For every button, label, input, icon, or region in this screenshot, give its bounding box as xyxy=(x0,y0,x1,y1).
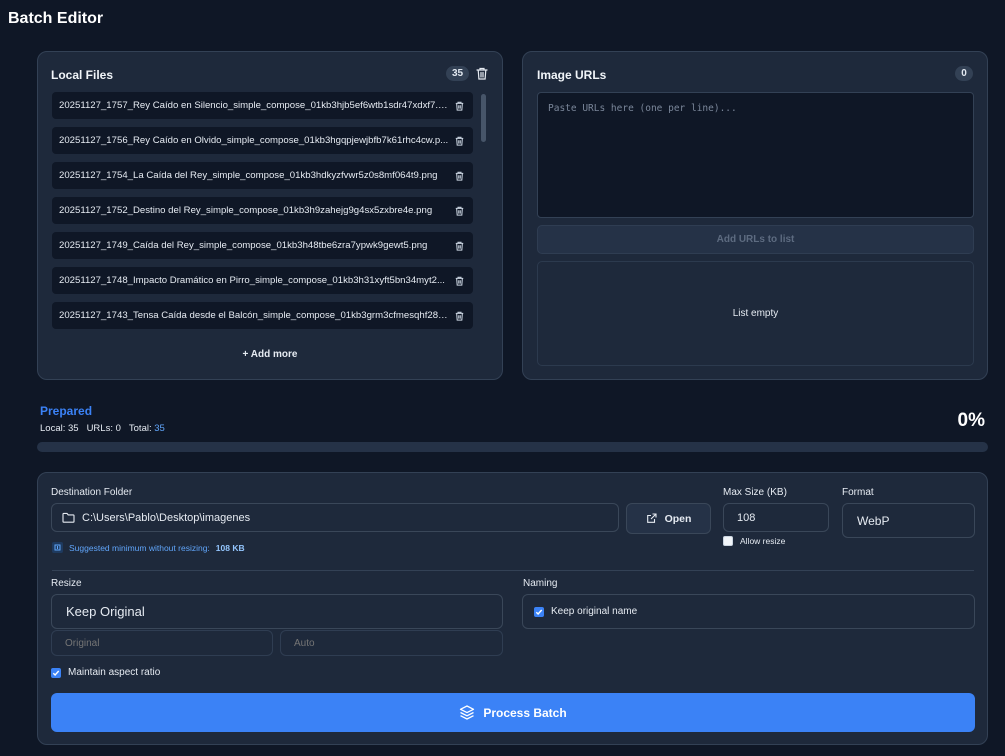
hint-value: 108 KB xyxy=(215,542,245,553)
progress-percent: 0% xyxy=(957,410,985,431)
list-empty-text: List empty xyxy=(732,308,779,319)
open-folder-button[interactable]: Open xyxy=(626,503,711,534)
allow-resize-label: Allow resize xyxy=(740,536,786,546)
settings-divider xyxy=(52,570,974,571)
trash-icon xyxy=(455,311,464,321)
remove-file-button[interactable] xyxy=(454,170,465,181)
image-urls-title: Image URLs xyxy=(537,68,607,82)
destination-label: Destination Folder xyxy=(51,487,133,498)
file-name: 20251127_1749_Caída del Rey_simple_compo… xyxy=(59,240,428,251)
hint-text: Suggested minimum without resizing: xyxy=(69,542,210,553)
size-hint: Suggested minimum without resizing: 108 … xyxy=(52,542,245,553)
open-button-label: Open xyxy=(664,512,692,525)
file-list-scrollbar[interactable] xyxy=(480,92,487,336)
total-value: 35 xyxy=(154,423,165,434)
resize-select[interactable]: Keep Original xyxy=(51,594,503,629)
local-count: Local: 35 xyxy=(40,423,79,434)
add-urls-button[interactable]: Add URLs to list xyxy=(537,225,974,254)
format-select[interactable]: WebP xyxy=(842,503,975,538)
file-item[interactable]: 20251127_1754_La Caída del Rey_simple_co… xyxy=(52,162,473,189)
file-name: 20251127_1757_Rey Caído en Silencio_simp… xyxy=(59,100,449,111)
clear-local-files-button[interactable] xyxy=(475,66,489,80)
batch-stats: Local: 35 URLs: 0 Total: 35 xyxy=(40,423,165,434)
maintain-aspect-option[interactable]: Maintain aspect ratio xyxy=(51,667,160,678)
trash-icon xyxy=(455,171,464,181)
process-batch-label: Process Batch xyxy=(483,705,567,720)
naming-label: Naming xyxy=(523,578,558,589)
naming-option[interactable]: Keep original name xyxy=(522,594,975,629)
trash-icon xyxy=(455,206,464,216)
file-item[interactable]: 20251127_1748_Impacto Dramático en Pirro… xyxy=(52,267,473,294)
max-size-value: 108 xyxy=(737,511,756,524)
url-list: List empty xyxy=(537,261,974,366)
resize-label: Resize xyxy=(51,578,82,589)
format-value: WebP xyxy=(857,513,890,528)
allow-resize-option[interactable]: Allow resize xyxy=(723,536,785,546)
total-count: Total: 35 xyxy=(129,423,165,434)
file-name: 20251127_1748_Impacto Dramático en Pirro… xyxy=(59,275,445,286)
remove-file-button[interactable] xyxy=(454,310,465,321)
maintain-aspect-label: Maintain aspect ratio xyxy=(68,667,161,678)
file-item[interactable]: 20251127_1757_Rey Caído en Silencio_simp… xyxy=(52,92,473,119)
remove-file-button[interactable] xyxy=(454,135,465,146)
urls-textarea[interactable] xyxy=(537,92,974,218)
trash-icon xyxy=(455,101,464,111)
image-urls-count-badge: 0 xyxy=(955,66,973,81)
trash-icon xyxy=(455,136,464,146)
batch-status: Prepared xyxy=(40,404,93,418)
progress-bar xyxy=(37,442,988,452)
trash-icon xyxy=(455,276,464,286)
width-input[interactable] xyxy=(51,630,273,656)
file-item[interactable]: 20251127_1752_Destino del Rey_simple_com… xyxy=(52,197,473,224)
keep-name-label: Keep original name xyxy=(551,606,638,617)
remove-file-button[interactable] xyxy=(454,100,465,111)
destination-path: C:\Users\Pablo\Desktop\imagenes xyxy=(82,511,251,524)
total-label: Total: xyxy=(128,423,152,434)
external-link-icon xyxy=(646,513,657,523)
file-item[interactable]: 20251127_1743_Tensa Caída desde el Balcó… xyxy=(52,302,473,329)
keep-name-checkbox[interactable] xyxy=(534,606,544,617)
remove-file-button[interactable] xyxy=(454,205,465,216)
local-files-title: Local Files xyxy=(51,68,114,82)
format-label: Format xyxy=(842,487,874,498)
add-more-button[interactable]: + Add more xyxy=(37,349,503,360)
remove-file-button[interactable] xyxy=(454,275,465,286)
urls-count: URLs: 0 xyxy=(86,423,121,434)
folder-icon xyxy=(62,512,75,523)
scrollbar-thumb[interactable] xyxy=(481,94,486,142)
process-batch-button[interactable]: Process Batch xyxy=(51,693,975,732)
maintain-aspect-checkbox[interactable] xyxy=(51,667,61,678)
file-name: 20251127_1754_La Caída del Rey_simple_co… xyxy=(59,170,438,181)
trash-icon xyxy=(476,67,488,80)
remove-file-button[interactable] xyxy=(454,240,465,251)
app-title: Batch Editor xyxy=(8,10,104,27)
info-icon xyxy=(52,542,63,553)
file-name: 20251127_1752_Destino del Rey_simple_com… xyxy=(59,205,433,216)
file-name: 20251127_1743_Tensa Caída desde el Balcó… xyxy=(59,310,449,321)
destination-field[interactable]: C:\Users\Pablo\Desktop\imagenes xyxy=(51,503,619,532)
file-item[interactable]: 20251127_1756_Rey Caído en Olvido_simple… xyxy=(52,127,473,154)
resize-value: Keep Original xyxy=(66,604,145,619)
local-file-list[interactable]: 20251127_1757_Rey Caído en Silencio_simp… xyxy=(52,92,489,336)
layers-icon xyxy=(460,705,475,720)
trash-icon xyxy=(455,241,464,251)
max-size-input[interactable]: 108 xyxy=(723,503,829,532)
height-input[interactable] xyxy=(280,630,503,656)
local-files-count-badge: 35 xyxy=(446,66,470,81)
file-name: 20251127_1756_Rey Caído en Olvido_simple… xyxy=(59,135,449,146)
max-size-label: Max Size (KB) xyxy=(723,487,787,498)
file-item[interactable]: 20251127_1749_Caída del Rey_simple_compo… xyxy=(52,232,473,259)
allow-resize-checkbox[interactable] xyxy=(723,536,733,546)
